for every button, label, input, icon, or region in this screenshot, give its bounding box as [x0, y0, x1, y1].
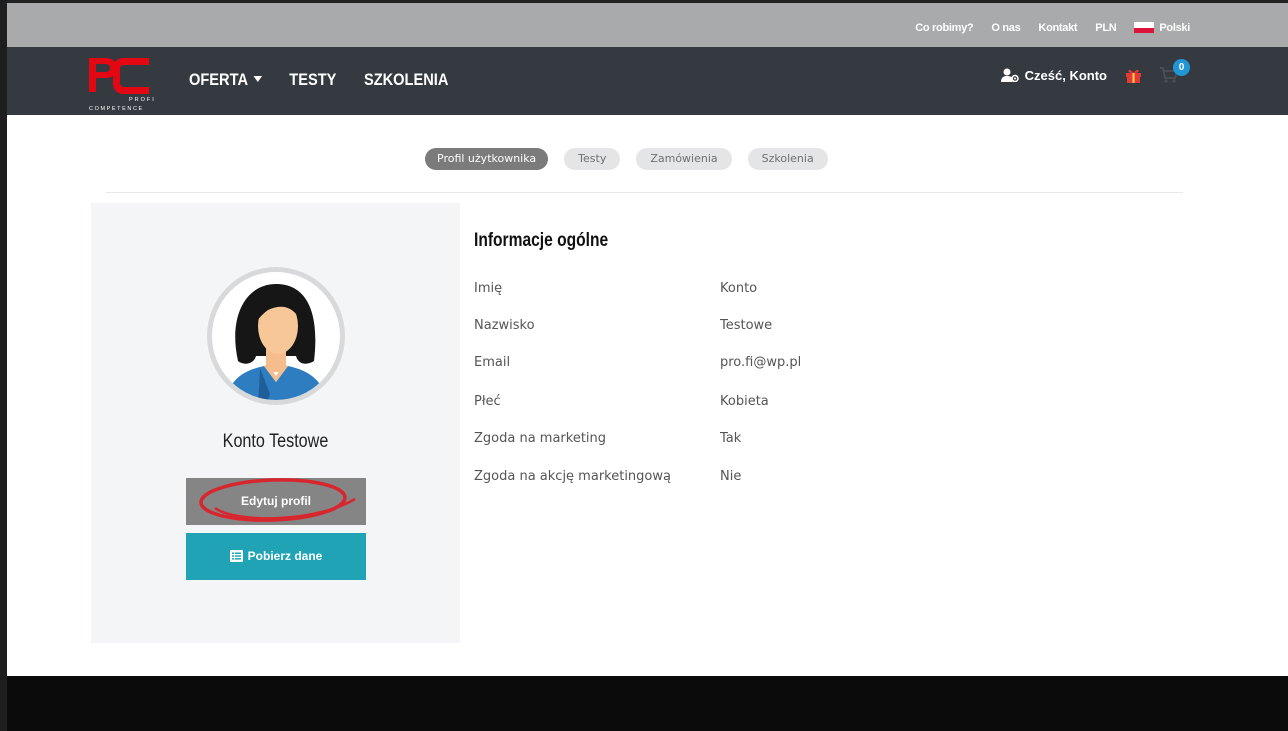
logo-text: COMPETENCE: [89, 106, 144, 112]
avatar: [207, 267, 345, 405]
info-label: Email: [474, 355, 511, 370]
top-utility-bar: Co robimy? O nas Kontakt PLN Polski: [7, 0, 1288, 47]
tab-profile[interactable]: Profil użytkownika: [425, 148, 549, 170]
top-link-about[interactable]: O nas: [991, 22, 1020, 34]
info-value: Kobieta: [720, 394, 769, 409]
logo-sub-text: PROFI: [129, 97, 156, 103]
brand-logo[interactable]: PROFI COMPETENCE: [87, 54, 167, 112]
info-label: Płeć: [474, 394, 501, 409]
cart-count-badge: 0: [1173, 59, 1190, 76]
info-value: pro.fi@wp.pl: [720, 355, 802, 370]
menu-item-oferta[interactable]: OFERTA: [189, 70, 262, 90]
menu-item-testy[interactable]: TESTY: [289, 70, 336, 90]
info-value: Nie: [720, 469, 742, 484]
info-label: Zgoda na akcję marketingową: [474, 469, 671, 484]
gift-icon: [1126, 69, 1141, 83]
tab-tests[interactable]: Testy: [564, 148, 621, 170]
download-data-label: Pobierz dane: [247, 549, 323, 563]
poland-flag-icon: [1134, 22, 1155, 33]
profile-card: Konto Testowe Edytuj profil Pobierz dane: [91, 203, 460, 643]
info-value: Testowe: [720, 318, 773, 333]
tab-orders[interactable]: Zamówienia: [636, 148, 732, 170]
cart-button[interactable]: 0: [1160, 59, 1190, 83]
list-icon: [229, 550, 243, 562]
tab-trainings[interactable]: Szkolenia: [747, 148, 828, 170]
caret-down-icon: [253, 76, 262, 82]
account-menu[interactable]: Cześć, Konto: [1000, 67, 1107, 83]
top-link-contact[interactable]: Kontakt: [1038, 22, 1077, 34]
menu-item-szkolenia[interactable]: SZKOLENIA: [364, 70, 448, 90]
top-link-what-we-do[interactable]: Co robimy?: [915, 22, 973, 34]
menu-item-oferta-label: OFERTA: [189, 70, 249, 89]
info-label: Zgoda na marketing: [474, 431, 607, 446]
info-label: Imię: [474, 281, 503, 296]
info-label: Nazwisko: [474, 318, 535, 333]
main-navbar: PROFI COMPETENCE OFERTA TESTY SZKOLENIA …: [7, 47, 1288, 115]
gift-button[interactable]: [1125, 67, 1142, 83]
info-section-title: Informacje ogólne: [474, 230, 609, 251]
edit-profile-button[interactable]: Edytuj profil: [186, 478, 366, 525]
footer: [7, 676, 1288, 731]
main-menu: OFERTA TESTY SZKOLENIA: [189, 70, 448, 90]
user-settings-icon: [1000, 68, 1019, 82]
language-label: Polski: [1159, 22, 1190, 34]
language-selector[interactable]: Polski: [1134, 22, 1190, 34]
top-links: Co robimy? O nas Kontakt PLN Polski: [915, 22, 1190, 34]
download-data-button[interactable]: Pobierz dane: [186, 533, 366, 580]
account-nav: Cześć, Konto 0: [1000, 59, 1190, 83]
greeting-text: Cześć, Konto: [1024, 67, 1107, 83]
divider: [106, 192, 1183, 193]
profile-tabs: Profil użytkownika Testy Zamówienia Szko…: [425, 148, 828, 170]
profile-name: Konto Testowe: [222, 431, 329, 452]
info-value: Konto: [720, 281, 758, 296]
currency-selector[interactable]: PLN: [1095, 22, 1116, 34]
info-value: Tak: [720, 431, 742, 446]
